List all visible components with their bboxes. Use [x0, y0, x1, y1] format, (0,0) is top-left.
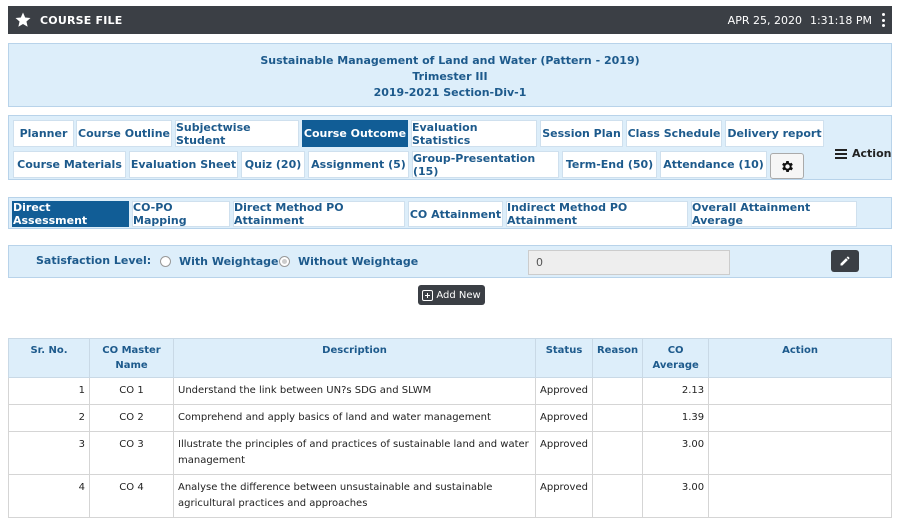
header-status: Status: [535, 338, 593, 378]
cell-sr: 1: [8, 377, 90, 405]
hamburger-icon: [835, 148, 847, 159]
cell-co-name: CO 2: [89, 404, 174, 432]
course-header: Sustainable Management of Land and Water…: [8, 43, 892, 107]
cell-co-name: CO 1: [89, 377, 174, 405]
tab-subjectwise-student[interactable]: Subjectwise Student: [175, 120, 299, 147]
cell-reason: [591, 474, 644, 518]
action-menu[interactable]: Action: [835, 147, 891, 160]
subtab-co-attainment[interactable]: CO Attainment: [408, 201, 503, 227]
cell-reason: [591, 377, 644, 405]
current-date: APR 25, 2020: [727, 13, 802, 27]
satisfaction-label: Satisfaction Level:: [36, 254, 152, 267]
radio-without-weightage[interactable]: Without Weightage: [279, 255, 418, 268]
course-section: 2019-2021 Section-Div-1: [373, 86, 527, 99]
tab-evaluation-sheet[interactable]: Evaluation Sheet: [129, 151, 238, 178]
star-icon: [15, 12, 31, 27]
header-action: Action: [708, 338, 892, 378]
cell-sr: 3: [8, 431, 90, 475]
tab-course-outline[interactable]: Course Outline: [76, 120, 172, 147]
add-new-button[interactable]: Add New: [418, 285, 485, 305]
subtab-overall-attainment-average[interactable]: Overall Attainment Average: [691, 201, 857, 227]
add-new-label: Add New: [436, 289, 481, 301]
tab-group-presentation[interactable]: Group-Presentation (15): [412, 151, 559, 178]
tab-course-outcome[interactable]: Course Outcome: [302, 120, 408, 147]
edit-button[interactable]: [831, 250, 859, 272]
cell-sr: 2: [8, 404, 90, 432]
course-name: Sustainable Management of Land and Water…: [260, 54, 640, 67]
cell-sr: 4: [8, 474, 90, 518]
cell-action: [708, 431, 892, 475]
tab-course-materials[interactable]: Course Materials: [13, 151, 126, 178]
subtab-co-po-mapping[interactable]: CO-PO Mapping: [132, 201, 230, 227]
table-row: 2 CO 2 Comprehend and apply basics of la…: [8, 404, 892, 432]
header-reason: Reason: [591, 338, 644, 378]
tab-attendance[interactable]: Attendance (10): [660, 151, 767, 178]
radio-circle: [160, 256, 171, 267]
cell-action: [708, 474, 892, 518]
cell-action: [708, 404, 892, 432]
subtab-direct-method-po-attainment[interactable]: Direct Method PO Attainment: [233, 201, 405, 227]
tab-delivery-report[interactable]: Delivery report: [725, 120, 824, 147]
tab-assignment[interactable]: Assignment (5): [308, 151, 409, 178]
cell-co-average: 2.13: [642, 377, 710, 405]
cell-co-name: CO 3: [89, 431, 174, 475]
main-tabs: Planner Course Outline Subjectwise Stude…: [8, 115, 892, 180]
plus-icon: [422, 289, 434, 301]
app-title: COURSE FILE: [40, 13, 123, 27]
table-row: 4 CO 4 Analyse the difference between un…: [8, 474, 892, 518]
sub-tabs: Direct Assessment CO-PO Mapping Direct M…: [8, 197, 892, 229]
cell-status: Approved: [535, 377, 593, 405]
table-header-row: Sr. No. CO Master Name Description Statu…: [8, 338, 892, 378]
header-description: Description: [173, 338, 536, 378]
settings-button[interactable]: [770, 153, 804, 179]
satisfaction-row: Satisfaction Level: With Weightage Witho…: [8, 245, 892, 278]
header-sr-no: Sr. No.: [8, 338, 90, 378]
tab-session-plan[interactable]: Session Plan: [540, 120, 623, 147]
cell-status: Approved: [535, 474, 593, 518]
tab-planner[interactable]: Planner: [13, 120, 74, 147]
tab-evaluation-statistics[interactable]: Evaluation Statistics: [411, 120, 537, 147]
pencil-icon: [840, 256, 850, 266]
cell-co-name: CO 4: [89, 474, 174, 518]
header-co-master-name: CO Master Name: [89, 338, 174, 378]
cell-co-average: 3.00: [642, 474, 710, 518]
cell-description: Illustrate the principles of and practic…: [173, 431, 536, 475]
subtab-indirect-method-po-attainment[interactable]: Indirect Method PO Attainment: [506, 201, 688, 227]
course-term: Trimester III: [412, 70, 488, 83]
co-table: Sr. No. CO Master Name Description Statu…: [8, 338, 892, 518]
tab-quiz[interactable]: Quiz (20): [241, 151, 305, 178]
cell-description: Understand the link between UN?s SDG and…: [173, 377, 536, 405]
header-co-average: CO Average: [642, 338, 710, 378]
cell-status: Approved: [535, 404, 593, 432]
radio-with-weightage[interactable]: With Weightage: [160, 255, 279, 268]
cell-co-average: 1.39: [642, 404, 710, 432]
cell-action: [708, 377, 892, 405]
subtab-direct-assessment[interactable]: Direct Assessment: [12, 201, 129, 227]
radio-label: Without Weightage: [298, 255, 419, 268]
action-label: Action: [852, 147, 892, 160]
cell-status: Approved: [535, 431, 593, 475]
radio-label: With Weightage: [179, 255, 279, 268]
kebab-menu-icon[interactable]: [880, 13, 886, 27]
radio-circle-checked: [279, 256, 290, 267]
cell-co-average: 3.00: [642, 431, 710, 475]
cell-reason: [591, 431, 644, 475]
table-row: 1 CO 1 Understand the link between UN?s …: [8, 377, 892, 405]
tab-term-end[interactable]: Term-End (50): [562, 151, 657, 178]
tab-class-schedule[interactable]: Class Schedule: [626, 120, 722, 147]
gear-icon: [781, 160, 793, 172]
top-bar: COURSE FILE APR 25, 2020 1:31:18 PM: [8, 6, 892, 34]
table-row: 3 CO 3 Illustrate the principles of and …: [8, 431, 892, 475]
cell-reason: [591, 404, 644, 432]
current-time: 1:31:18 PM: [809, 13, 872, 27]
satisfaction-value-field[interactable]: [528, 250, 730, 275]
cell-description: Analyse the difference between unsustain…: [173, 474, 536, 518]
cell-description: Comprehend and apply basics of land and …: [173, 404, 536, 432]
